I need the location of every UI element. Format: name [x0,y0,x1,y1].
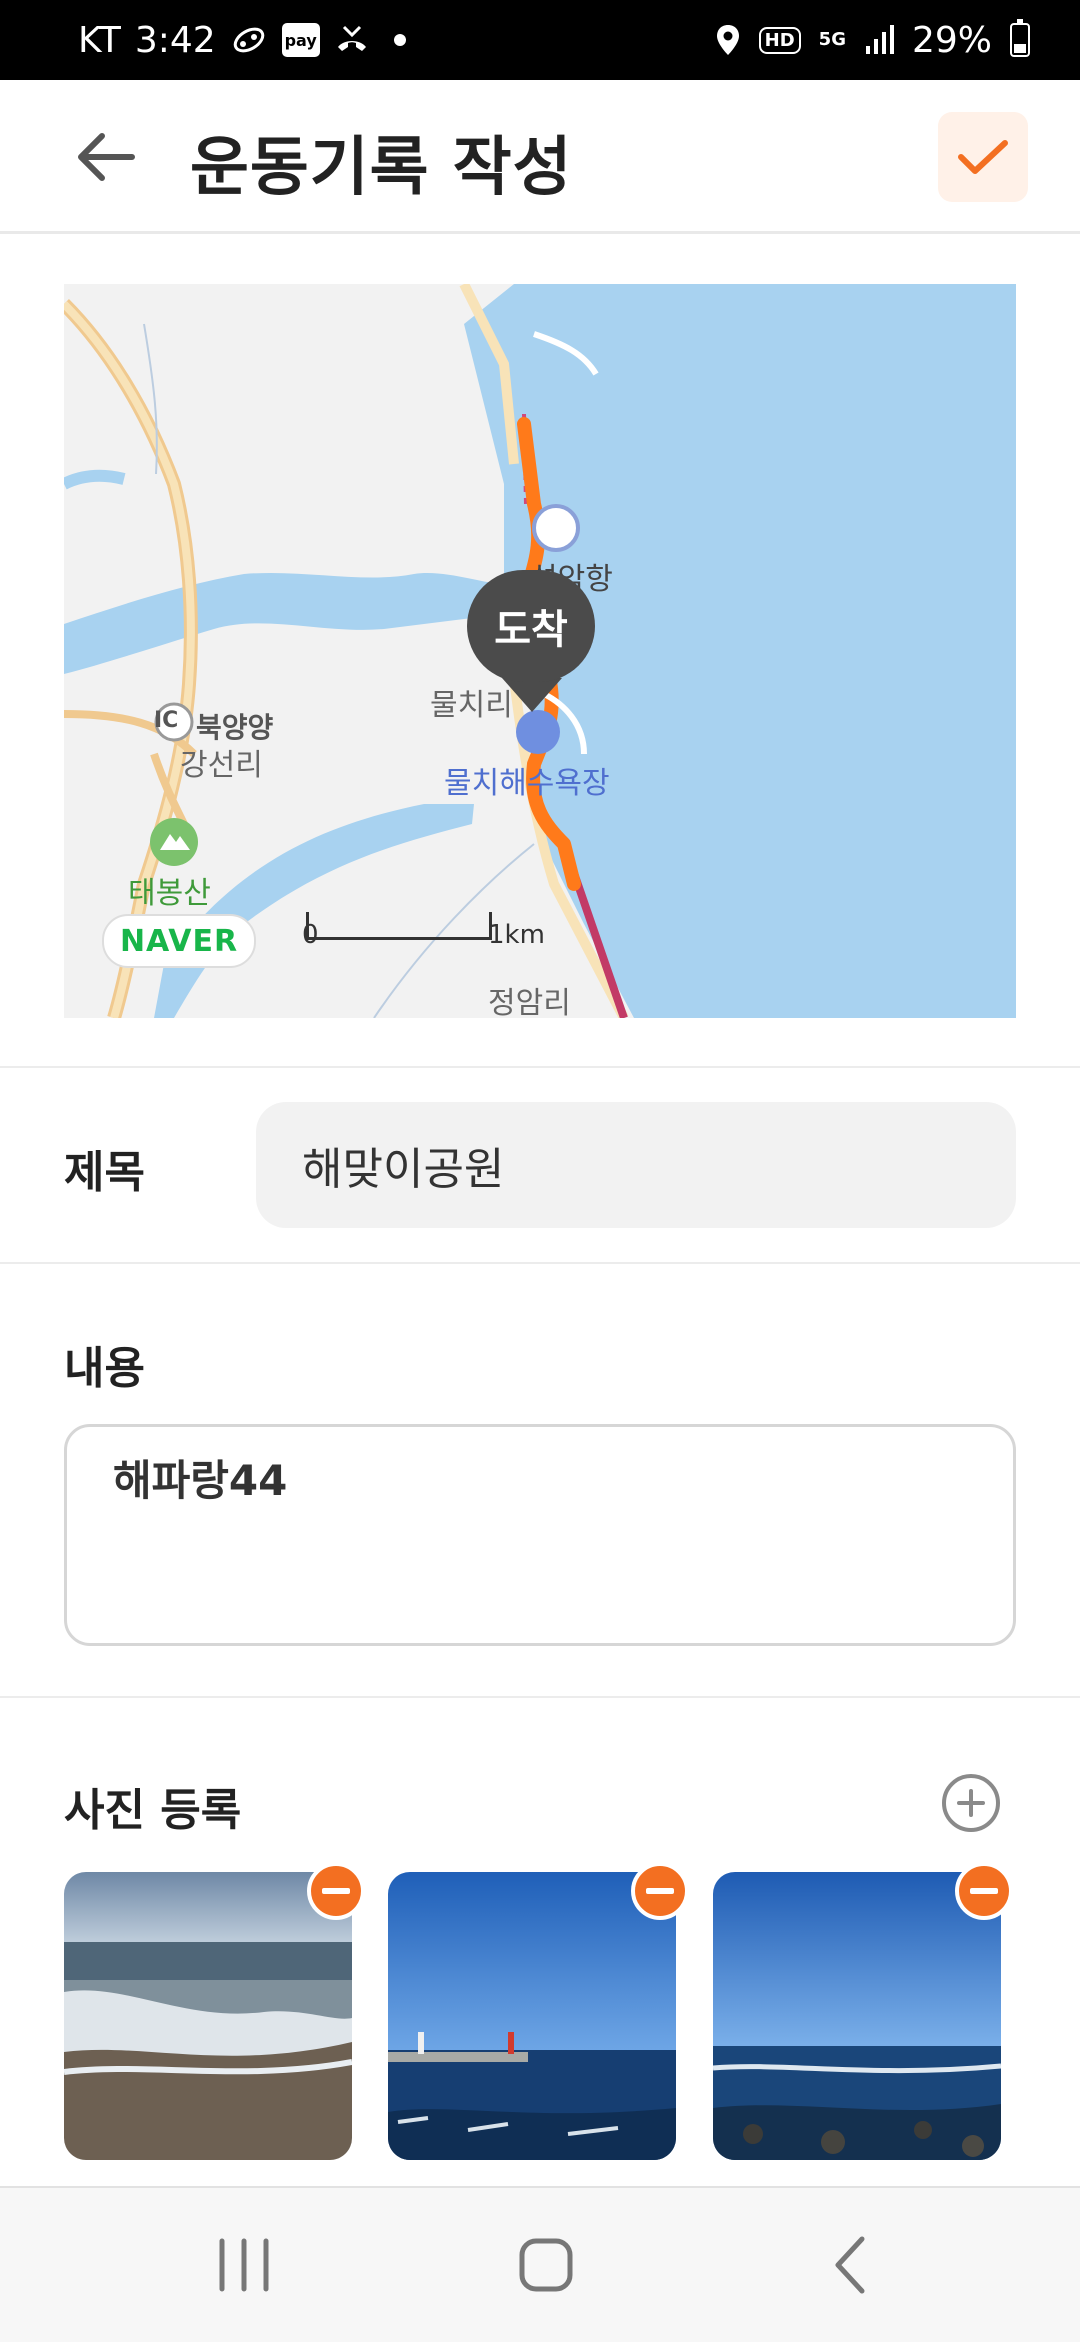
app-bar: 운동기록 작성 [0,80,1080,234]
remove-photo-button-2[interactable] [631,1862,689,1920]
add-photo-button[interactable] [942,1774,1000,1832]
missed-call-icon [334,23,370,57]
map-scale-start: 0 [302,920,319,950]
battery-icon [1010,19,1030,57]
map-label-jeongam-ri: 정암리 [488,986,571,1018]
title-input-value: 해맞이공원 [302,1144,505,1195]
home-button[interactable] [486,2188,606,2342]
signal-icon [864,24,894,56]
arrival-pin-label: 도착 [467,570,595,682]
section-divider [0,1066,1080,1068]
minus-icon [970,1888,998,1894]
location-icon [715,23,741,57]
naver-logo: NAVER [102,914,256,968]
map-label-taebongsan: 태봉산 [128,876,211,911]
photo-sea-rocks [713,1872,1001,2160]
hd-icon: HD [758,26,801,54]
battery-percent: 29% [911,19,992,61]
back-icon [835,2236,865,2294]
map-label-mulchi-beach: 물치해수욕장 [444,766,610,801]
section-divider [0,1696,1080,1698]
clock: 3:42 [134,19,216,61]
confirm-button[interactable] [938,112,1028,202]
page-title: 운동기록 작성 [190,131,573,205]
photo-beach-waves [64,1872,352,2160]
arrow-left-icon [78,133,135,181]
system-nav-bar [0,2186,1080,2342]
photo-thumbnail-2[interactable] [388,1872,676,2160]
recent-apps-icon [219,2238,269,2292]
carrier-label: KT [78,19,121,61]
map-scale-bar [306,912,492,940]
arrival-pin: 도착 [467,570,597,712]
photo-harbor-lighthouse [388,1872,676,2160]
section-divider [0,1262,1080,1264]
check-icon [958,140,1008,174]
map-ic-badge: IC [154,708,179,733]
minus-icon [646,1888,674,1894]
remove-photo-button-3[interactable] [955,1862,1013,1920]
home-icon [519,2238,573,2292]
back-button[interactable] [72,128,142,186]
content-textarea-value: 해파랑44 [113,1456,288,1505]
content-textarea[interactable]: 해파랑44 [64,1424,1016,1646]
remove-photo-button-1[interactable] [307,1862,365,1920]
title-label: 제목 [64,1147,145,1198]
route-map[interactable]: IC 설악항 물치리 북양양 강선리 물치해수욕장 태봉산 정암리 NAVER … [64,284,1016,1018]
system-back-button[interactable] [790,2188,910,2342]
photos-label: 사진 등록 [64,1785,242,1836]
plus-icon [957,1789,985,1817]
notification-dot [393,34,406,46]
status-bar: KT 3:42 pay HD 5G 29% [0,0,1080,80]
running-icon [230,23,268,57]
photo-thumbnail-1[interactable] [64,1872,352,2160]
photo-thumbnail-3[interactable] [713,1872,1001,2160]
title-input[interactable]: 해맞이공원 [256,1102,1016,1228]
5g-icon: 5G [818,29,846,50]
pay-icon: pay [281,23,320,57]
map-scale-end: 1km [488,920,545,950]
content-label: 내용 [64,1343,145,1394]
map-label-gangseon-ri: 강선리 [180,748,263,783]
minus-icon [322,1888,350,1894]
arrival-pin-tip [502,678,562,712]
recent-apps-button[interactable] [184,2188,304,2342]
